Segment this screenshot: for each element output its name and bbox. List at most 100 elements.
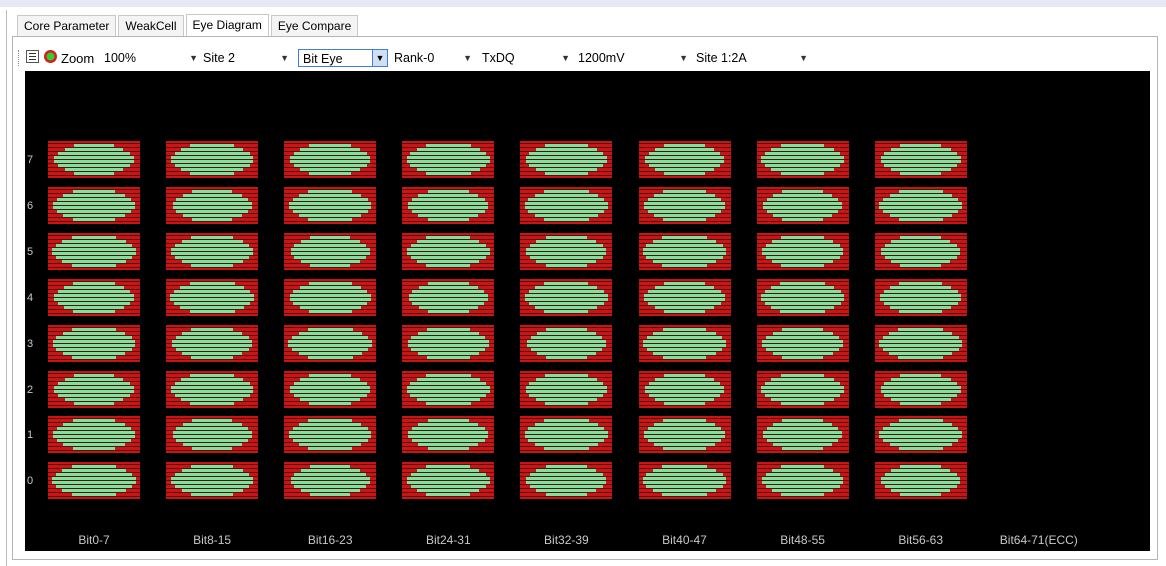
eye-cell-col1-row3[interactable] — [166, 324, 259, 362]
eye-cell-col5-row1[interactable] — [638, 416, 731, 454]
eye-cell-col0-row6[interactable] — [48, 186, 140, 224]
eye-cell-col6-row7[interactable] — [756, 141, 849, 178]
eye-cell-col1-row4[interactable] — [166, 278, 259, 316]
eye-cell-col1-row2[interactable] — [166, 370, 259, 408]
eye-cell-col6-row2[interactable] — [756, 370, 849, 408]
tab-strip: Core Parameter WeakCell Eye Diagram Eye … — [17, 14, 360, 37]
column-label-3: Bit24-31 — [425, 533, 471, 547]
row-label-3: 3 — [27, 337, 34, 350]
eye-cell-col2-row6[interactable] — [284, 186, 377, 224]
eye-cell-col0-row0[interactable] — [48, 462, 140, 500]
column-label-8: Bit64-71(ECC) — [999, 533, 1078, 547]
eye-cell-col5-row2[interactable] — [638, 370, 731, 408]
eye-cell-col7-row7[interactable] — [874, 141, 967, 178]
mode-select[interactable]: Bit Eye ▼ — [298, 49, 388, 67]
row-label-1: 1 — [27, 429, 34, 442]
eye-cell-col6-row0[interactable] — [756, 462, 849, 500]
site-slot-select[interactable]: Site 1:2A ▼ — [692, 49, 812, 67]
column-label-6: Bit48-55 — [780, 533, 825, 547]
eye-cell-col1-row0[interactable] — [166, 462, 259, 500]
color-status-icon[interactable] — [44, 50, 57, 63]
column-label-1: Bit8-15 — [193, 533, 232, 547]
row-label-0: 0 — [27, 475, 34, 488]
signal-select[interactable]: TxDQ ▼ — [478, 49, 574, 67]
eye-cell-col4-row0[interactable] — [520, 462, 613, 500]
eye-cell-col4-row1[interactable] — [520, 416, 613, 454]
rank-select[interactable]: Rank-0 ▼ — [390, 49, 476, 67]
eye-cell-col1-row7[interactable] — [166, 141, 259, 178]
row-label-4: 4 — [27, 291, 34, 304]
eye-cell-col5-row5[interactable] — [638, 232, 731, 270]
eye-cell-col7-row3[interactable] — [874, 324, 967, 362]
eye-cell-col0-row2[interactable] — [48, 370, 140, 408]
left-splitter[interactable] — [6, 10, 7, 566]
eye-cell-col5-row7[interactable] — [638, 141, 731, 178]
eye-cell-col6-row6[interactable] — [756, 186, 849, 224]
chevron-down-icon: ▼ — [463, 53, 472, 63]
eye-cell-col3-row4[interactable] — [402, 278, 495, 316]
row-label-5: 5 — [27, 245, 34, 258]
tab-eye-compare[interactable]: Eye Compare — [270, 15, 359, 36]
eye-cell-col2-row5[interactable] — [284, 232, 377, 270]
eye-cell-col7-row4[interactable] — [874, 278, 967, 316]
row-label-6: 6 — [27, 199, 34, 212]
eye-cell-col1-row5[interactable] — [166, 232, 259, 270]
eye-cell-col2-row7[interactable] — [284, 141, 377, 178]
eye-cell-col6-row1[interactable] — [756, 416, 849, 454]
eye-cell-col3-row1[interactable] — [402, 416, 495, 454]
eye-cell-col2-row0[interactable] — [284, 462, 377, 500]
tab-eye-diagram[interactable]: Eye Diagram — [185, 14, 269, 37]
eye-cell-col6-row4[interactable] — [756, 278, 849, 316]
eye-cell-col4-row5[interactable] — [520, 232, 613, 270]
row-label-7: 7 — [27, 154, 34, 166]
eye-cell-col3-row5[interactable] — [402, 232, 495, 270]
chevron-down-icon: ▼ — [189, 53, 198, 63]
eye-cell-col0-row3[interactable] — [48, 324, 140, 362]
zoom-label: Zoom — [61, 51, 95, 66]
site-select[interactable]: Site 2 ▼ — [203, 49, 293, 67]
eye-cell-col5-row6[interactable] — [638, 186, 731, 224]
eye-diagram-canvas[interactable]: 7 6 5 4 3 2 1 0 Bit0-7 Bit8-15 Bit16-23 Bit24-31 Bit… — [25, 71, 1150, 551]
eye-cell-col3-row3[interactable] — [402, 324, 495, 362]
eye-cell-col0-row1[interactable] — [48, 416, 140, 454]
eye-cell-col4-row4[interactable] — [520, 278, 613, 316]
eye-cell-col4-row6[interactable] — [520, 186, 613, 224]
eye-cell-col2-row1[interactable] — [284, 416, 377, 454]
eye-cell-col7-row1[interactable] — [874, 416, 967, 454]
eye-cell-col7-row0[interactable] — [874, 462, 967, 500]
eye-cell-col7-row6[interactable] — [874, 186, 967, 224]
eye-cell-col4-row3[interactable] — [520, 324, 613, 362]
chevron-down-icon: ▼ — [561, 53, 570, 63]
eye-cell-col2-row2[interactable] — [284, 370, 377, 408]
eye-cell-col6-row3[interactable] — [756, 324, 849, 362]
eye-cell-col3-row0[interactable] — [402, 462, 495, 500]
column-label-2: Bit16-23 — [307, 533, 353, 547]
tab-core-parameter[interactable]: Core Parameter — [17, 15, 117, 36]
eye-cell-col0-row7[interactable] — [48, 141, 140, 178]
eye-cell-col3-row7[interactable] — [402, 141, 495, 178]
zoom-select[interactable]: 100% ▼ — [100, 49, 202, 67]
eye-cell-col4-row7[interactable] — [520, 141, 613, 178]
eye-cell-col2-row3[interactable] — [284, 324, 377, 362]
eye-cell-col5-row0[interactable] — [638, 462, 731, 500]
eye-cell-col5-row3[interactable] — [638, 324, 731, 362]
eye-cell-col3-row6[interactable] — [402, 186, 495, 224]
tab-weakcell[interactable]: WeakCell — [118, 15, 184, 36]
eye-cell-col5-row4[interactable] — [638, 278, 731, 316]
eye-cell-col0-row5[interactable] — [48, 232, 140, 270]
eye-cell-col2-row4[interactable] — [284, 278, 377, 316]
eye-cell-col0-row4[interactable] — [48, 278, 140, 316]
list-icon[interactable] — [26, 50, 39, 63]
eye-cell-col7-row5[interactable] — [874, 232, 967, 270]
eye-cell-col1-row1[interactable] — [166, 416, 259, 454]
voltage-select[interactable]: 1200mV ▼ — [574, 49, 692, 67]
eye-cell-col4-row2[interactable] — [520, 370, 613, 408]
toolbar-grip[interactable] — [18, 50, 22, 66]
voltage-select-value: 1200mV — [578, 51, 625, 65]
eye-cell-col1-row6[interactable] — [166, 186, 259, 224]
eye-cell-col7-row2[interactable] — [874, 370, 967, 408]
toolbar: Zoom 100% ▼ Site 2 ▼ Bit Eye ▼ Rank-0 ▼ … — [18, 47, 818, 69]
eye-cell-col6-row5[interactable] — [756, 232, 849, 270]
rank-select-value: Rank-0 — [394, 51, 435, 65]
eye-cell-col3-row2[interactable] — [402, 370, 495, 408]
